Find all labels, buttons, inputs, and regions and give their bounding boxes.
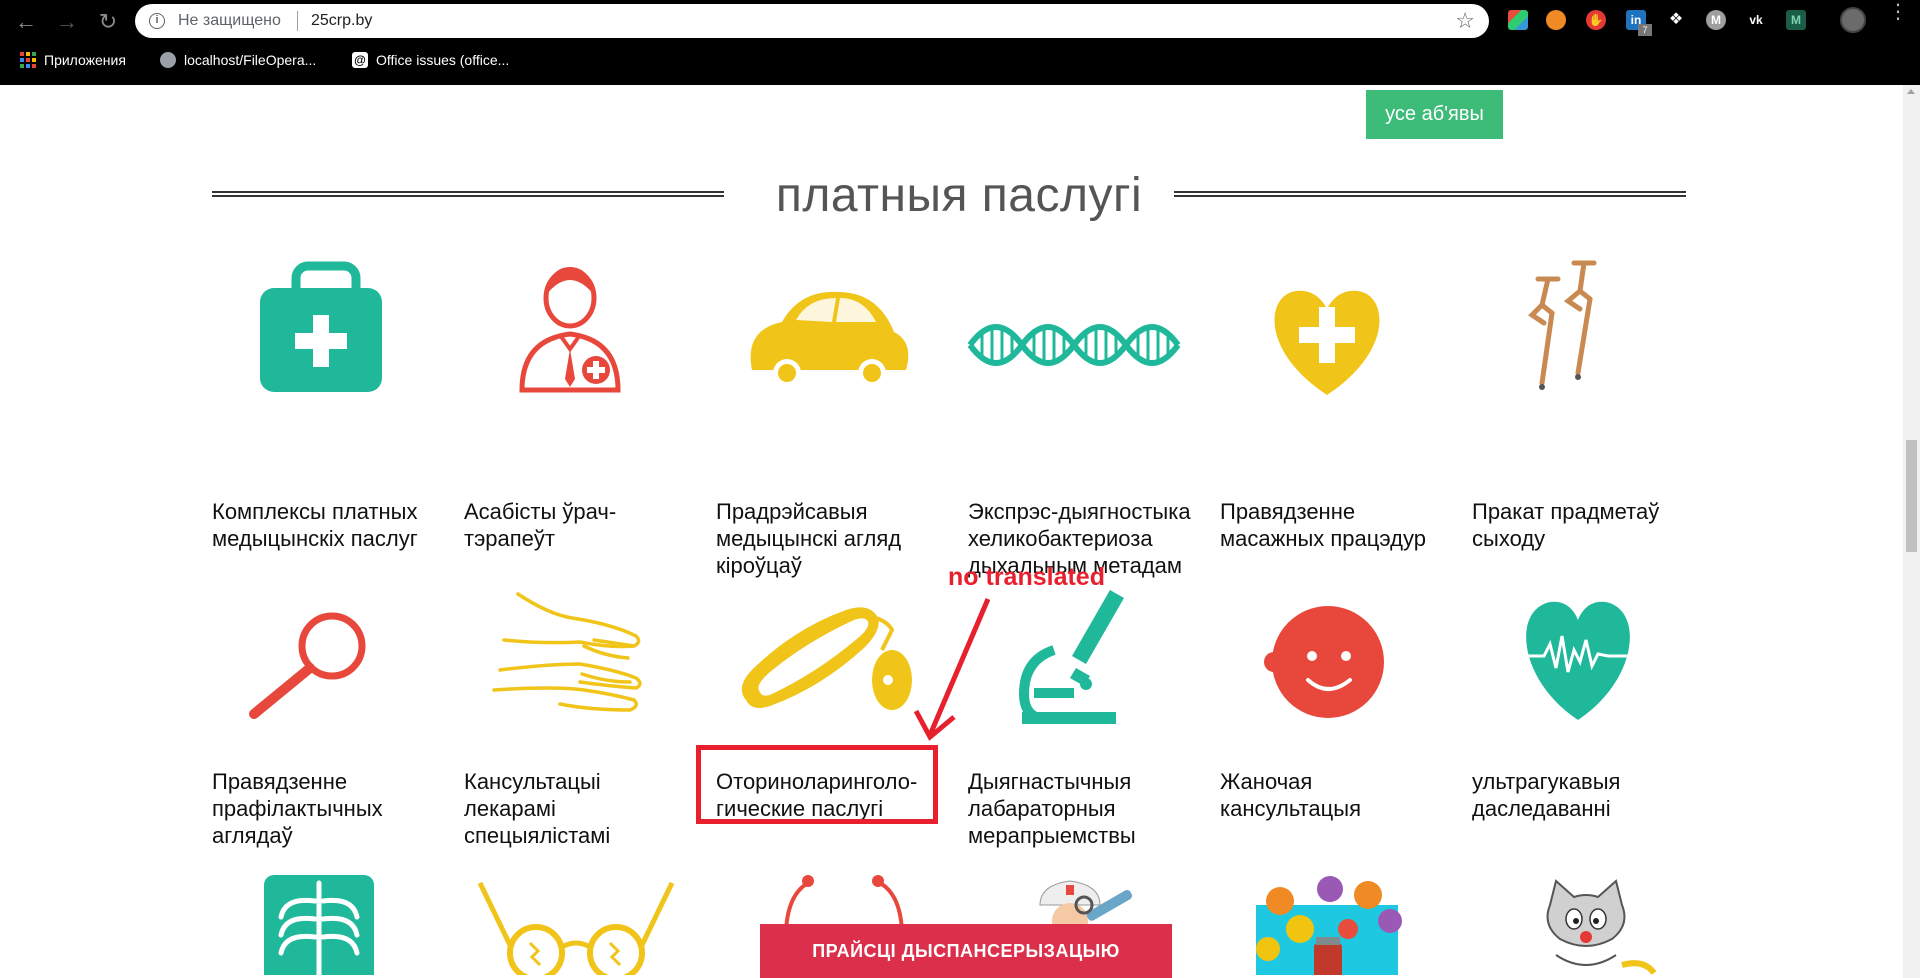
magnifier-icon [249,612,366,719]
xray-icon [264,875,374,975]
profile-avatar[interactable] [1840,7,1866,33]
medical-kit-icon [260,261,382,392]
bookmark-localhost[interactable]: localhost/FileOpera... [160,52,316,68]
menu-dots-icon[interactable]: ⋮ [1888,2,1908,22]
linkedin-badge: 7 [1638,24,1652,36]
heart-pulse-icon [1526,601,1630,720]
scrollbar[interactable] [1903,85,1920,978]
bookmark-office-issues[interactable]: @ Office issues (office... [352,52,509,68]
dna-icon [968,324,1181,366]
info-icon[interactable]: i [149,13,165,29]
colorful-bag-icon[interactable] [1508,10,1528,30]
bookmark-label: Приложения [44,52,126,68]
stop-hand-icon[interactable]: ✋ [1586,10,1606,30]
service-label: ультрагукавыя даследаванні [1472,769,1621,821]
m-square-icon[interactable]: M [1786,10,1806,30]
service-label: Пракат прадметаў сыходу [1472,499,1660,551]
heart-cross-icon [1274,290,1380,395]
globe-icon [160,52,176,68]
bookmark-label: localhost/FileOpera... [184,52,317,68]
security-label: Не защищено [178,12,281,29]
at-sign-icon: @ [352,52,368,68]
crutches-icon [1528,260,1597,390]
hands-icon [492,592,642,712]
baby-face-icon [1264,606,1384,718]
address-bar[interactable]: i Не защищено 25crp.by ☆ [135,4,1489,38]
reload-button[interactable]: ↻ [94,8,122,36]
car-icon [750,291,909,387]
highlight-box [696,745,938,824]
section-title: платныя паслугі [775,169,1143,222]
bookmark-star-icon[interactable]: ☆ [1455,8,1475,34]
cartoon-cat-icon [1546,879,1657,975]
bookmark-apps[interactable]: Приложения [20,52,126,68]
browser-chrome: ← → ↻ i Не защищено 25crp.by ☆ ✋ in 7 ❖ … [0,0,1920,85]
annotation-arrow-icon [913,598,990,741]
m-circle-icon[interactable]: M [1706,10,1726,30]
annotation-label: no translated [948,563,1105,591]
back-button[interactable]: ← [12,8,40,36]
all-ads-button[interactable]: усе аб'явы [1366,90,1503,139]
service-label: Правядзенне масажных працэдур [1220,499,1426,551]
pills-viruses-icon [1256,876,1402,975]
scroll-thumb[interactable] [1906,440,1917,552]
service-label: Асабісты ўрач-тэрапеўт [464,499,617,551]
apps-grid-icon [20,52,36,68]
bookmark-label: Office issues (office... [376,52,510,68]
vk-icon[interactable]: vk [1746,10,1766,30]
scroll-up-arrow-icon[interactable] [1907,89,1915,94]
url-text[interactable]: 25crp.by [311,12,372,30]
service-label: Комплексы платных медыцынскіх паслуг [212,499,418,551]
microscope-icon [1018,590,1124,724]
page-content: усе аб'явы платныя паслугі Комплексы пла… [0,85,1920,978]
service-label: Прадрэйсавыя медыцынскі агляд кіроўцаў [716,499,902,578]
doctor-icon [519,267,621,393]
dispensary-cta-button[interactable]: ПРАЙСЦІ ДЫСПАНСЕРЫЗАЦЫЮ [760,924,1172,978]
title-rule-left [212,191,724,197]
glasses-icon [477,881,675,975]
divider [297,11,298,31]
title-rule-right [1174,191,1686,197]
forward-button[interactable]: → [53,8,81,36]
bookmarks-bar: Приложения localhost/FileOpera... @ Offi… [0,46,1920,76]
orange-ball-icon[interactable] [1546,10,1566,30]
puzzle-icon[interactable]: ❖ [1666,10,1686,30]
service-label: Жаночая кансультацыя [1220,769,1361,821]
